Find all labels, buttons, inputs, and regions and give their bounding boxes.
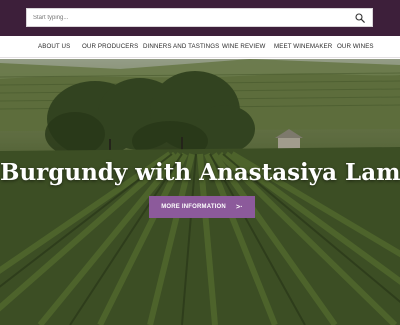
nav-item-our-wines[interactable]: OUR WINES: [337, 36, 374, 58]
hero-banner: Burgundy with Anastasiya Lamb MORE INFOR…: [0, 59, 400, 325]
search-bar: [26, 8, 373, 27]
search-input[interactable]: [27, 9, 352, 26]
chevron-right-icon: >·: [235, 203, 243, 211]
nav-item-dinners-and-tastings[interactable]: DINNERS AND TASTINGS: [143, 36, 219, 58]
vineyard-image: [0, 59, 400, 325]
top-bar: [0, 0, 400, 36]
nav-item-wine-review[interactable]: WINE REVIEW: [222, 36, 265, 58]
hero-title: Burgundy with Anastasiya Lamb: [0, 159, 400, 186]
nav-item-about-us[interactable]: ABOUT US: [38, 36, 70, 58]
more-information-button[interactable]: MORE INFORMATION >·: [149, 196, 255, 218]
search-icon[interactable]: [352, 9, 368, 26]
more-information-label: MORE INFORMATION: [161, 204, 226, 210]
nav-item-our-producers[interactable]: OUR PRODUCERS: [82, 36, 138, 58]
nav-item-meet-winemaker[interactable]: MEET WINEMAKER: [274, 36, 332, 58]
main-nav: ABOUT US OUR PRODUCERS DINNERS AND TASTI…: [0, 36, 400, 58]
